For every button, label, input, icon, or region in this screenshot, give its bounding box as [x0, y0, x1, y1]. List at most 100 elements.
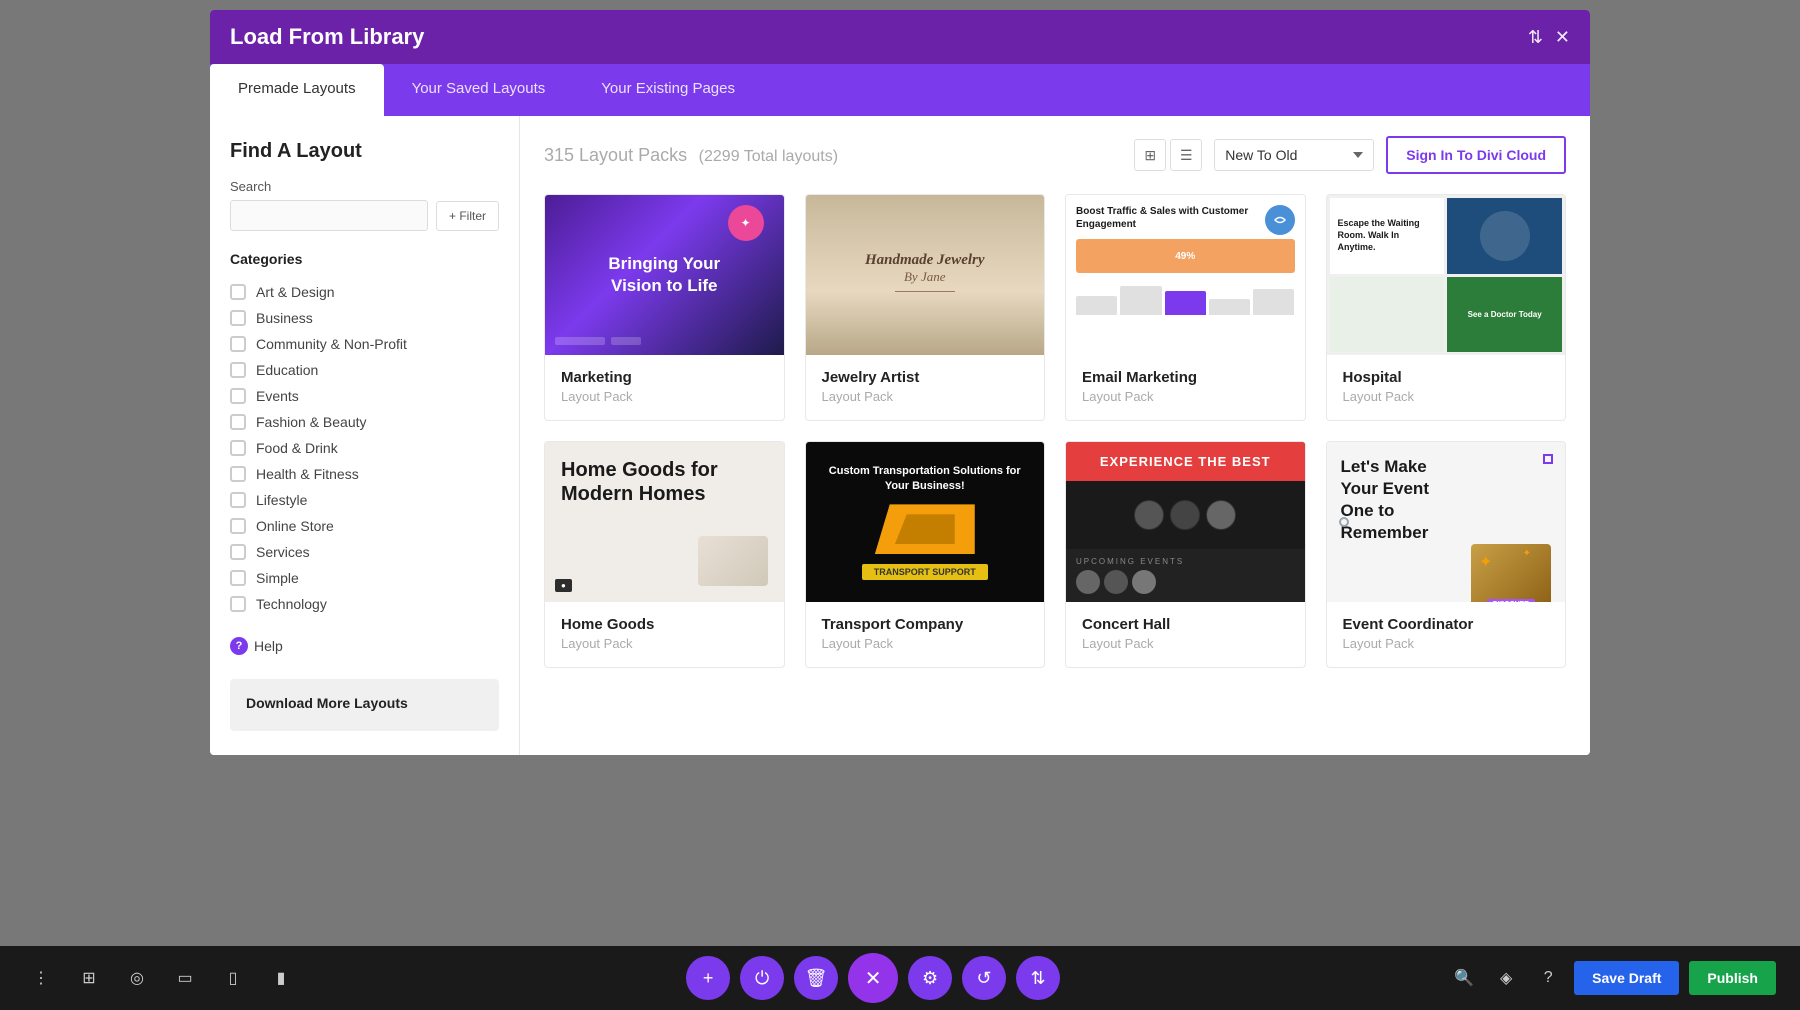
card-info-concert: Concert Hall Layout Pack	[1066, 602, 1305, 667]
card-name: Concert Hall	[1082, 616, 1289, 633]
sidebar: Find A Layout Search + Filter Categories…	[210, 116, 520, 755]
save-draft-button[interactable]: Save Draft	[1574, 961, 1679, 995]
main-header-right: ⊞ ☰ New To Old Old To New A to Z Z to A …	[1134, 136, 1566, 174]
layout-card-email[interactable]: Boost Traffic & Sales with Customer Enga…	[1065, 194, 1306, 421]
tab-existing-pages[interactable]: Your Existing Pages	[573, 64, 763, 116]
card-type: Layout Pack	[561, 389, 768, 404]
toolbar-desktop-icon[interactable]: ▭	[168, 961, 202, 995]
category-community[interactable]: Community & Non-Profit	[230, 331, 499, 357]
marketing-badge: ✦	[728, 205, 764, 241]
checkbox-community[interactable]	[230, 336, 246, 352]
toolbar-tablet-icon[interactable]: ▯	[216, 961, 250, 995]
sort-button[interactable]: ⇅	[1016, 956, 1060, 1000]
sign-in-divi-cloud-button[interactable]: Sign In To Divi Cloud	[1386, 136, 1566, 174]
tab-premade-layouts[interactable]: Premade Layouts	[210, 64, 384, 116]
sidebar-title: Find A Layout	[230, 140, 499, 163]
toolbar-mobile-icon[interactable]: ▮	[264, 961, 298, 995]
category-label: Fashion & Beauty	[256, 414, 367, 430]
category-technology[interactable]: Technology	[230, 591, 499, 617]
layout-card-transport[interactable]: Custom Transportation Solutions for Your…	[805, 441, 1046, 668]
card-info-homegoods: Home Goods Layout Pack	[545, 602, 784, 667]
card-image-marketing: ✦ Bringing Your Vision to Life	[545, 195, 784, 355]
layout-card-marketing[interactable]: ✦ Bringing Your Vision to Life Mar	[544, 194, 785, 421]
grid-view-button[interactable]: ⊞	[1134, 139, 1166, 171]
card-type: Layout Pack	[822, 636, 1029, 651]
list-view-button[interactable]: ☰	[1170, 139, 1202, 171]
card-image-transport: Custom Transportation Solutions for Your…	[806, 442, 1045, 602]
category-lifestyle[interactable]: Lifestyle	[230, 487, 499, 513]
close-button[interactable]: ✕	[848, 953, 898, 1003]
category-label: Business	[256, 310, 313, 326]
sort-icon[interactable]: ⇅	[1528, 27, 1543, 48]
checkbox-health[interactable]	[230, 466, 246, 482]
checkbox-art-design[interactable]	[230, 284, 246, 300]
settings-button[interactable]: ⚙	[908, 956, 952, 1000]
layout-card-concert[interactable]: EXPERIENCE THE BEST UPCOMING EVEN	[1065, 441, 1306, 668]
card-info-email: Email Marketing Layout Pack	[1066, 355, 1305, 420]
card-image-event: Let's Make Your Event One to Remember DI…	[1327, 442, 1566, 602]
category-business[interactable]: Business	[230, 305, 499, 331]
search-label: Search	[230, 179, 499, 194]
help-row[interactable]: ? Help	[230, 637, 499, 655]
card-type: Layout Pack	[822, 389, 1029, 404]
category-online-store[interactable]: Online Store	[230, 513, 499, 539]
card-image-hospital: Escape the Waiting Room. Walk In Anytime…	[1327, 195, 1566, 355]
checkbox-technology[interactable]	[230, 596, 246, 612]
modal-header-actions: ⇅ ✕	[1528, 27, 1570, 48]
toolbar-search-icon[interactable]: ◎	[120, 961, 154, 995]
toolbar-layout-icon[interactable]: ⊞	[72, 961, 106, 995]
category-label: Food & Drink	[256, 440, 338, 456]
card-type: Layout Pack	[1082, 389, 1289, 404]
publish-button[interactable]: Publish	[1689, 961, 1776, 995]
sort-select[interactable]: New To Old Old To New A to Z Z to A	[1214, 139, 1374, 171]
toolbar-grid-icon[interactable]: ⋮	[24, 961, 58, 995]
layout-card-event[interactable]: Let's Make Your Event One to Remember DI…	[1326, 441, 1567, 668]
card-info-event: Event Coordinator Layout Pack	[1327, 602, 1566, 667]
layout-card-hospital[interactable]: Escape the Waiting Room. Walk In Anytime…	[1326, 194, 1567, 421]
card-name: Event Coordinator	[1343, 616, 1550, 633]
delete-button[interactable]: 🗑	[794, 956, 838, 1000]
checkbox-fashion[interactable]	[230, 414, 246, 430]
card-info-jewelry: Jewelry Artist Layout Pack	[806, 355, 1045, 420]
history-button[interactable]: ↺	[962, 956, 1006, 1000]
modal-header: Load From Library ⇅ ✕	[210, 10, 1590, 64]
category-art-design[interactable]: Art & Design	[230, 279, 499, 305]
checkbox-simple[interactable]	[230, 570, 246, 586]
checkbox-education[interactable]	[230, 362, 246, 378]
card-name: Email Marketing	[1082, 369, 1289, 386]
modal-title: Load From Library	[230, 24, 424, 50]
category-label: Health & Fitness	[256, 466, 359, 482]
category-label: Art & Design	[256, 284, 335, 300]
filter-button[interactable]: + Filter	[436, 201, 499, 231]
checkbox-food[interactable]	[230, 440, 246, 456]
category-fashion[interactable]: Fashion & Beauty	[230, 409, 499, 435]
add-element-button[interactable]: +	[686, 956, 730, 1000]
power-button[interactable]: ⏻	[740, 956, 784, 1000]
layers-icon[interactable]: ◈	[1490, 962, 1522, 994]
download-more-box: Download More Layouts	[230, 679, 499, 731]
category-events[interactable]: Events	[230, 383, 499, 409]
category-education[interactable]: Education	[230, 357, 499, 383]
toolbar-left: ⋮ ⊞ ◎ ▭ ▯ ▮	[24, 961, 298, 995]
close-icon[interactable]: ✕	[1555, 27, 1570, 48]
categories-list: Art & Design Business Community & Non-Pr…	[230, 279, 499, 617]
card-image-concert: EXPERIENCE THE BEST UPCOMING EVEN	[1066, 442, 1305, 602]
search-right-icon[interactable]: 🔍	[1448, 962, 1480, 994]
category-simple[interactable]: Simple	[230, 565, 499, 591]
checkbox-business[interactable]	[230, 310, 246, 326]
main-content: 315 Layout Packs (2299 Total layouts) ⊞ …	[520, 116, 1590, 755]
help-right-icon[interactable]: ?	[1532, 962, 1564, 994]
checkbox-events[interactable]	[230, 388, 246, 404]
search-input[interactable]	[230, 200, 428, 231]
tab-saved-layouts[interactable]: Your Saved Layouts	[384, 64, 574, 116]
checkbox-lifestyle[interactable]	[230, 492, 246, 508]
layout-grid: ✦ Bringing Your Vision to Life Mar	[544, 194, 1566, 668]
checkbox-online-store[interactable]	[230, 518, 246, 534]
checkbox-services[interactable]	[230, 544, 246, 560]
category-food[interactable]: Food & Drink	[230, 435, 499, 461]
card-type: Layout Pack	[1343, 636, 1550, 651]
category-services[interactable]: Services	[230, 539, 499, 565]
layout-card-jewelry[interactable]: Handmade Jewelry By Jane Jewelry Artist …	[805, 194, 1046, 421]
layout-card-homegoods[interactable]: Home Goods for Modern Homes ● Home Goods…	[544, 441, 785, 668]
category-health[interactable]: Health & Fitness	[230, 461, 499, 487]
